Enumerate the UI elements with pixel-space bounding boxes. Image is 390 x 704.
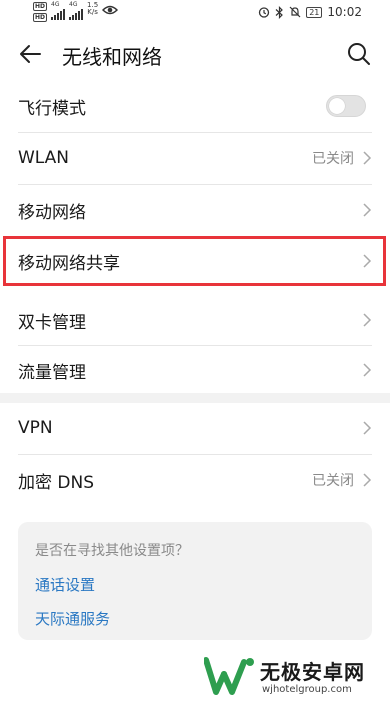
- chevron-right-icon: [363, 151, 372, 165]
- bluetooth-icon: [275, 5, 284, 19]
- status-bar: HD HD 4G 4G 1.5 K/s 21 10:02: [0, 0, 390, 26]
- watermark-logo: [204, 657, 254, 695]
- dual-sim-label: 双卡管理: [18, 312, 86, 333]
- watermark-name: 无极安卓网: [260, 660, 365, 684]
- signal-icon-1: [51, 8, 66, 20]
- encrypted-dns-status: 已关闭: [312, 473, 354, 489]
- search-icon[interactable]: [346, 41, 372, 67]
- alarm-icon: [259, 7, 270, 18]
- toggle-knob: [329, 98, 345, 114]
- chevron-right-icon: [363, 473, 372, 487]
- chevron-right-icon: [363, 313, 372, 327]
- net-speed-unit: K/s: [87, 8, 98, 16]
- watermark-url: wjhotelgroup.com: [262, 684, 352, 695]
- status-right: 21 10:02: [258, 5, 362, 19]
- wlan-row[interactable]: WLAN 已关闭: [0, 132, 390, 184]
- app-header: 无线和网络: [0, 28, 390, 80]
- chevron-right-icon: [363, 421, 372, 435]
- wlan-label: WLAN: [18, 148, 70, 168]
- encrypted-dns-label: 加密 DNS: [18, 472, 95, 493]
- dual-sim-row[interactable]: 双卡管理: [0, 294, 390, 346]
- airplane-mode-toggle[interactable]: [326, 95, 366, 117]
- call-settings-link[interactable]: 通话设置: [35, 574, 95, 595]
- skytone-service-link[interactable]: 天际通服务: [35, 608, 110, 629]
- highlight-box: [3, 236, 386, 286]
- mobile-network-row[interactable]: 移动网络: [0, 184, 390, 236]
- mobile-network-label: 移动网络: [18, 202, 86, 223]
- vpn-row[interactable]: VPN: [0, 402, 390, 454]
- signal-icon-2: [69, 8, 84, 20]
- data-usage-label: 流量管理: [18, 362, 86, 383]
- status-left: HD HD 4G 4G 1.5 K/s: [33, 2, 119, 22]
- eye-icon: [102, 5, 119, 15]
- page-title: 无线和网络: [62, 45, 162, 69]
- suggestions-question: 是否在寻找其他设置项？: [35, 543, 189, 559]
- watermark: 无极安卓网 wjhotelgroup.com: [204, 654, 384, 700]
- hd-badge-2: HD: [33, 13, 48, 22]
- mute-icon: [289, 6, 301, 18]
- data-usage-row[interactable]: 流量管理: [0, 344, 390, 396]
- encrypted-dns-row[interactable]: 加密 DNS 已关闭: [0, 454, 390, 506]
- chevron-right-icon: [363, 203, 372, 217]
- vpn-label: VPN: [18, 418, 53, 438]
- clock-time: 10:02: [327, 5, 362, 19]
- airplane-mode-row[interactable]: 飞行模式: [0, 80, 390, 132]
- wlan-status: 已关闭: [312, 151, 354, 167]
- hd-badge-1: HD: [33, 2, 48, 11]
- chevron-right-icon: [363, 363, 372, 377]
- airplane-mode-label: 飞行模式: [18, 98, 86, 119]
- back-arrow-icon[interactable]: [16, 40, 44, 68]
- battery-icon: 21: [306, 6, 323, 18]
- suggestions-card: 是否在寻找其他设置项？ 通话设置 天际通服务: [18, 522, 372, 640]
